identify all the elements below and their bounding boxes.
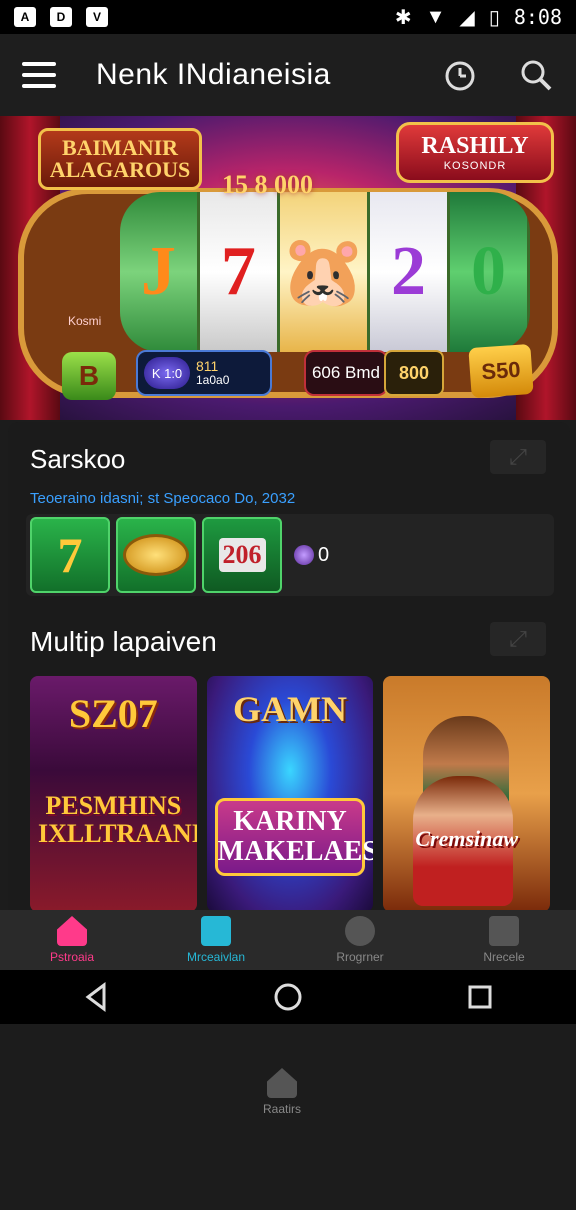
reel-2: 7 xyxy=(199,192,280,352)
hero-pill-1: 606 Bmd xyxy=(304,350,388,396)
hero-badge-s50: S50 xyxy=(468,343,534,399)
chat-icon xyxy=(345,916,375,946)
signal-icon: ◢ xyxy=(459,6,475,29)
hero-panel-bottom: 1a0a0 xyxy=(196,373,230,387)
status-time: 8:08 xyxy=(513,5,562,29)
slot-reels: J 7 🐹 2 0 xyxy=(120,192,530,352)
games-icon xyxy=(267,1068,297,1098)
reel-5: 0 xyxy=(450,192,530,352)
menu-icon[interactable] xyxy=(22,62,56,88)
expand-icon[interactable]: ⤢ xyxy=(490,440,546,474)
section-featured: Sarskoo ⤢ Teoeraino idasni; st Speocaco … xyxy=(8,422,570,612)
reel-1: J xyxy=(120,192,200,352)
reel-3: 🐹 xyxy=(279,192,371,352)
balance-display: 0 xyxy=(294,544,329,567)
nav-promo[interactable]: Mrceaivlan xyxy=(144,910,288,970)
recents-icon[interactable] xyxy=(460,977,500,1017)
expand-icon[interactable]: ⤢ xyxy=(490,622,546,656)
tile-score[interactable]: 206 xyxy=(202,517,282,593)
hero-logo-left: BAIMANIR ALAGAROUS xyxy=(38,128,202,190)
nav-wallet[interactable]: Nrecele xyxy=(432,910,576,970)
home-button-icon[interactable] xyxy=(268,977,308,1017)
section1-title: Sarskoo xyxy=(30,444,126,474)
app-icon-v: V xyxy=(86,7,108,27)
hero-center-label: 15 8 000 xyxy=(222,170,313,199)
game-card-body: Cremsinaw xyxy=(415,826,519,851)
game-card[interactable]: GAMN KARINY MAKELAES xyxy=(206,676,374,912)
hero-panel-top: 811 xyxy=(196,358,219,374)
hero-badge-b: B xyxy=(62,352,116,400)
bottom-nav: Pstroaia Raatirs Mrceaivlan Rrogrner Nre… xyxy=(0,910,576,1116)
nav-label: Mrceaivlan xyxy=(186,950,246,964)
app-icon-a: A xyxy=(14,7,36,27)
search-icon[interactable] xyxy=(518,57,554,93)
section-multiplayer: Multip lapaiven ⤢ SZ07 PESMHINS IXLLTRAA… xyxy=(8,612,570,912)
game-card[interactable]: Cremsinaw xyxy=(383,676,551,912)
wallet-icon xyxy=(489,916,519,946)
home-icon xyxy=(57,916,87,946)
timer-icon[interactable] xyxy=(442,57,478,93)
app-bar: Nenk INdianeisia xyxy=(0,34,576,116)
game-card-head: SZ07 xyxy=(68,691,158,736)
game-list: SZ07 PESMHINS IXLLTRAANIS GAMN KARINY MA… xyxy=(30,676,551,912)
bluetooth-icon: ✱ xyxy=(394,6,412,29)
hero-logo-right-title: RASHILY xyxy=(421,133,529,159)
balance-value: 0 xyxy=(318,543,330,566)
status-bar: A D V ✱ ▼ ◢ ▯ 8:08 xyxy=(0,0,576,34)
coin-icon xyxy=(123,534,189,576)
hero-info-panel: K 1:0 811 1a0a0 xyxy=(136,350,272,396)
nav-label: Nrecele xyxy=(483,950,525,964)
tile-seven[interactable]: 7 xyxy=(30,517,110,593)
nav-chat[interactable]: Rrogrner xyxy=(288,910,432,970)
hero-logo-right-sub: KOSONDR xyxy=(443,160,507,172)
game-card-head: GAMN xyxy=(233,689,347,729)
nav-label: Rrogrner xyxy=(336,950,384,964)
system-nav xyxy=(0,970,576,1024)
hero-gem: K 1:0 xyxy=(144,357,190,389)
app-icon-d: D xyxy=(50,7,72,27)
section1-subtitle: Teoeraino idasni; st Speocaco Do, 2032 xyxy=(30,490,296,507)
wifi-icon: ▼ xyxy=(425,5,446,28)
promo-icon xyxy=(201,916,231,946)
nav-home[interactable]: Pstroaia xyxy=(0,910,144,970)
nav-label: Raatirs xyxy=(262,1102,301,1116)
game-card[interactable]: SZ07 PESMHINS IXLLTRAANIS xyxy=(30,676,197,912)
nav-label: Pstroaia xyxy=(49,950,95,964)
game-card-body: KARINY MAKELAES xyxy=(214,798,373,876)
back-icon[interactable] xyxy=(76,977,116,1017)
hero-pill-2: 800 xyxy=(384,350,444,396)
hero-small-label: Kosmi xyxy=(68,314,102,328)
app-title: Nenk INdianeisia xyxy=(96,58,331,91)
tile-coin[interactable] xyxy=(116,517,196,593)
tile-score-value: 206 xyxy=(218,538,266,572)
reel-4: 2 xyxy=(370,192,451,352)
game-card-body: PESMHINS IXLLTRAANIS xyxy=(38,791,197,848)
tile-row: 7 206 0 xyxy=(26,514,554,596)
section2-title: Multip lapaiven xyxy=(30,626,217,657)
battery-icon: ▯ xyxy=(488,6,500,29)
orb-icon xyxy=(294,545,314,565)
hero-logo-right: RASHILY KOSONDR xyxy=(396,122,554,183)
